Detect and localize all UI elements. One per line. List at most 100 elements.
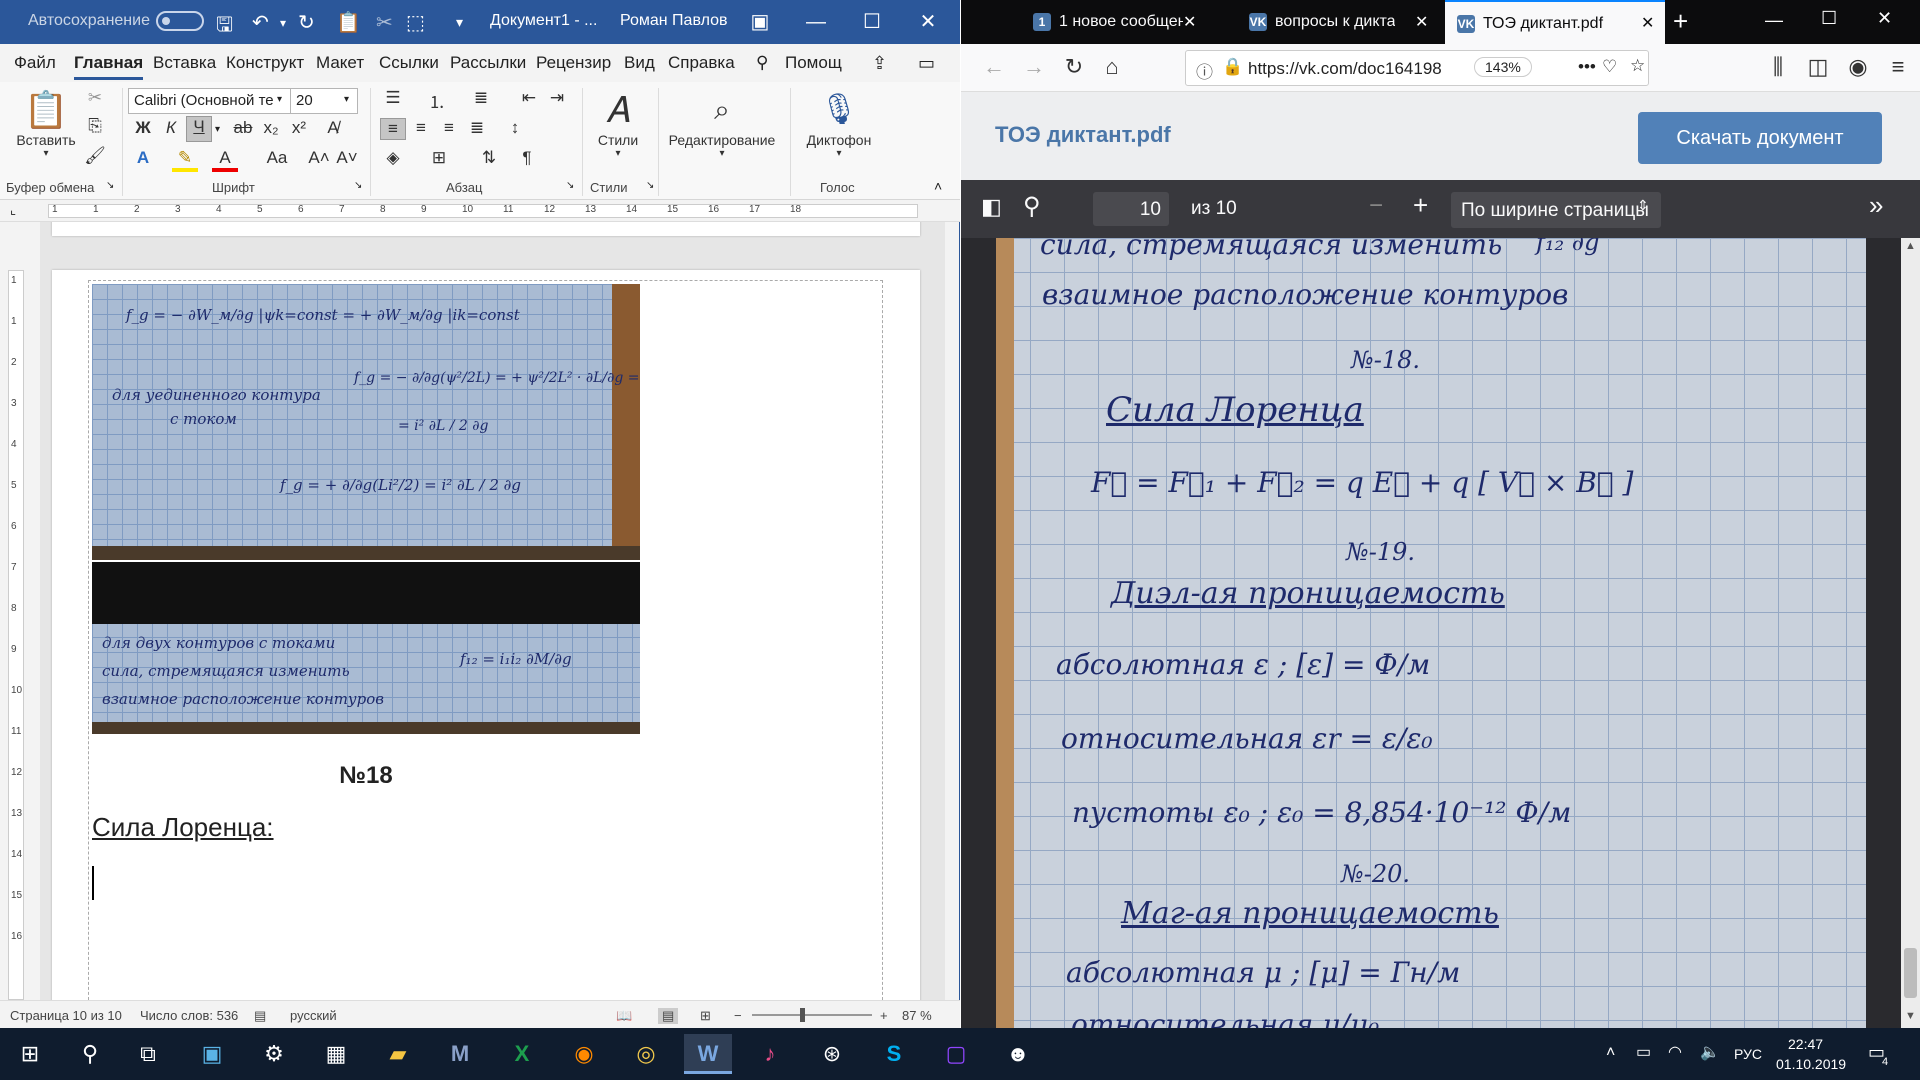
zoom-in-icon[interactable]: + [880,1008,888,1023]
qat-more-icon[interactable]: ▾ [456,14,463,31]
zoom-indicator[interactable]: 143% [1474,57,1532,77]
multilevel-icon[interactable]: ≣ [468,88,494,108]
browser-tab-messages[interactable]: 1 1 новое сообщение [1021,0,1183,44]
increase-indent-icon[interactable]: ⇥ [544,88,570,108]
steam-icon[interactable]: ⊛ [808,1034,856,1074]
contacts-icon[interactable]: ▣ [188,1034,236,1074]
share-icon[interactable]: ⇪ [872,53,887,74]
minimize-icon[interactable]: — [800,6,832,38]
tab-help[interactable]: Справка [668,53,735,73]
browser-tab-pdf[interactable]: VK ТОЭ диктант.pdf ✕ [1445,0,1665,44]
document-page[interactable]: f_g = − ∂W_м/∂g |ψk=const = + ∂W_м/∂g |i… [52,270,920,1000]
align-right-icon[interactable]: ≡ [436,118,462,138]
tab-selector-icon[interactable]: ⌞ [10,202,16,218]
save-icon[interactable]: 🖫 [216,10,233,44]
reload-icon[interactable]: ↻ [1059,54,1089,80]
cut-icon[interactable]: ✂ [376,10,393,35]
maximize-icon[interactable]: ☐ [1821,8,1837,29]
account-icon[interactable]: ◉ [1843,54,1873,80]
bookmark-star-icon[interactable]: ☆ [1630,56,1645,76]
new-tab-icon[interactable]: + [1673,6,1688,37]
font-color-icon[interactable]: A [212,148,238,172]
styles-button[interactable]: 𝐴 Стили ▾ [590,88,646,159]
app-face-icon[interactable]: ☻ [994,1034,1042,1074]
sidebar-toggle-icon[interactable]: ◧ [981,194,1002,220]
input-language[interactable]: РУС [1734,1046,1762,1062]
read-mode-icon[interactable]: 📖 [616,1008,632,1024]
pdf-scrollbar[interactable]: ▲ ▼ [1901,238,1920,1028]
start-windows-icon[interactable]: ⊞ [6,1034,54,1074]
wifi-icon[interactable]: ◠ [1668,1042,1682,1062]
tab-mailings[interactable]: Рассылки [450,53,526,73]
zoom-slider-thumb[interactable] [800,1008,805,1022]
task-view-icon[interactable]: ⧉ [124,1034,172,1074]
close-tab-icon[interactable]: ✕ [1415,12,1428,32]
battery-icon[interactable]: ▭ [1636,1042,1651,1062]
zoom-level[interactable]: 87 % [902,1008,932,1023]
undo-dropdown-icon[interactable]: ▾ [280,16,286,30]
align-center-icon[interactable]: ≡ [408,118,434,138]
search-icon[interactable]: ⚲ [66,1034,114,1074]
zoom-select[interactable]: По ширине страницы ⇕ [1451,192,1661,228]
shading-icon[interactable]: ◈ [380,148,406,168]
zoom-slider[interactable] [752,1008,872,1022]
strikethrough-icon[interactable]: ab [230,118,256,138]
skype-icon[interactable]: S [870,1034,918,1074]
decrease-indent-icon[interactable]: ⇤ [516,88,542,108]
file-explorer-icon[interactable]: ▰ [374,1034,422,1074]
paragraph-launcher-icon[interactable]: ↘ [566,180,574,191]
clear-format-icon[interactable]: A̸ [320,118,346,138]
excel-icon[interactable]: X [498,1034,546,1074]
clock-time[interactable]: 22:47 [1788,1036,1823,1052]
vertical-ruler[interactable]: 1 1 2 3 4 5 6 7 8 9 10 11 12 13 14 15 16 [8,270,24,1000]
library-icon[interactable]: ⫼ [1763,54,1793,80]
cut-icon[interactable]: ✂ [82,88,108,108]
browser-tab-questions[interactable]: VK вопросы к диктанту [1237,0,1395,44]
shrink-font-icon[interactable]: A˅ [334,148,360,168]
print-layout-icon[interactable]: ▤ [658,1008,679,1024]
clock-date[interactable]: 01.10.2019 [1776,1056,1846,1072]
tab-insert[interactable]: Вставка [153,53,216,73]
url-bar[interactable]: ⓘ 🔒 https://vk.com/doc164198 143% ••• ♡ … [1185,50,1649,86]
settings-gear-icon[interactable]: ⚙ [250,1034,298,1074]
superscript-icon[interactable]: x² [286,118,312,138]
bold-button[interactable]: Ж [130,118,156,138]
zoom-in-icon[interactable]: + [1413,190,1428,221]
paste-button[interactable]: 📋 Вставить ▾ [12,88,80,159]
copy-icon[interactable]: ⎘ [82,116,108,136]
line-spacing-icon[interactable]: ↕ [502,118,528,138]
grow-font-icon[interactable]: A˄ [306,148,332,168]
comments-icon[interactable]: ▭ [918,53,935,74]
select-icon[interactable]: ⬚ [406,10,425,35]
proofing-icon[interactable]: ▤ [254,1008,266,1024]
close-tab-icon[interactable]: ✕ [1641,13,1654,33]
itunes-icon[interactable]: ♪ [746,1034,794,1074]
back-icon[interactable]: ← [979,54,1009,80]
italic-button[interactable]: К [158,118,184,138]
ribbon-display-icon[interactable]: ▣ [744,6,776,38]
bullets-icon[interactable]: ☰ [380,88,406,108]
home-icon[interactable]: ⌂ [1097,54,1127,80]
close-tab-icon[interactable]: ✕ [1183,12,1196,32]
styles-launcher-icon[interactable]: ↘ [646,180,654,191]
close-icon[interactable]: ✕ [1877,8,1892,29]
subscript-icon[interactable]: x₂ [258,118,284,138]
show-marks-icon[interactable]: ¶ [514,148,540,168]
undo-icon[interactable]: ↶ [252,10,269,35]
volume-icon[interactable]: 🔈 [1700,1042,1720,1062]
search-icon[interactable]: ⚲ [1023,192,1041,221]
redo-icon[interactable]: ↻ [298,10,315,35]
scroll-down-icon[interactable]: ▼ [1905,1010,1916,1022]
web-layout-icon[interactable]: ⊞ [700,1008,711,1024]
tab-references[interactable]: Ссылки [379,53,439,73]
scrollbar-thumb[interactable] [1904,948,1917,998]
language-status[interactable]: русский [290,1008,337,1023]
tab-tellme[interactable]: Помощ [785,53,842,73]
change-case-icon[interactable]: Aa [260,148,294,168]
sort-icon[interactable]: ⇅ [476,148,502,168]
tab-home[interactable]: Главная [74,53,144,80]
download-button[interactable]: Скачать документ [1638,112,1882,164]
dictate-button[interactable]: 🎙 Диктофон ▾ [796,88,882,159]
zoom-out-icon[interactable]: − [1369,192,1383,220]
forward-icon[interactable]: → [1019,54,1049,80]
